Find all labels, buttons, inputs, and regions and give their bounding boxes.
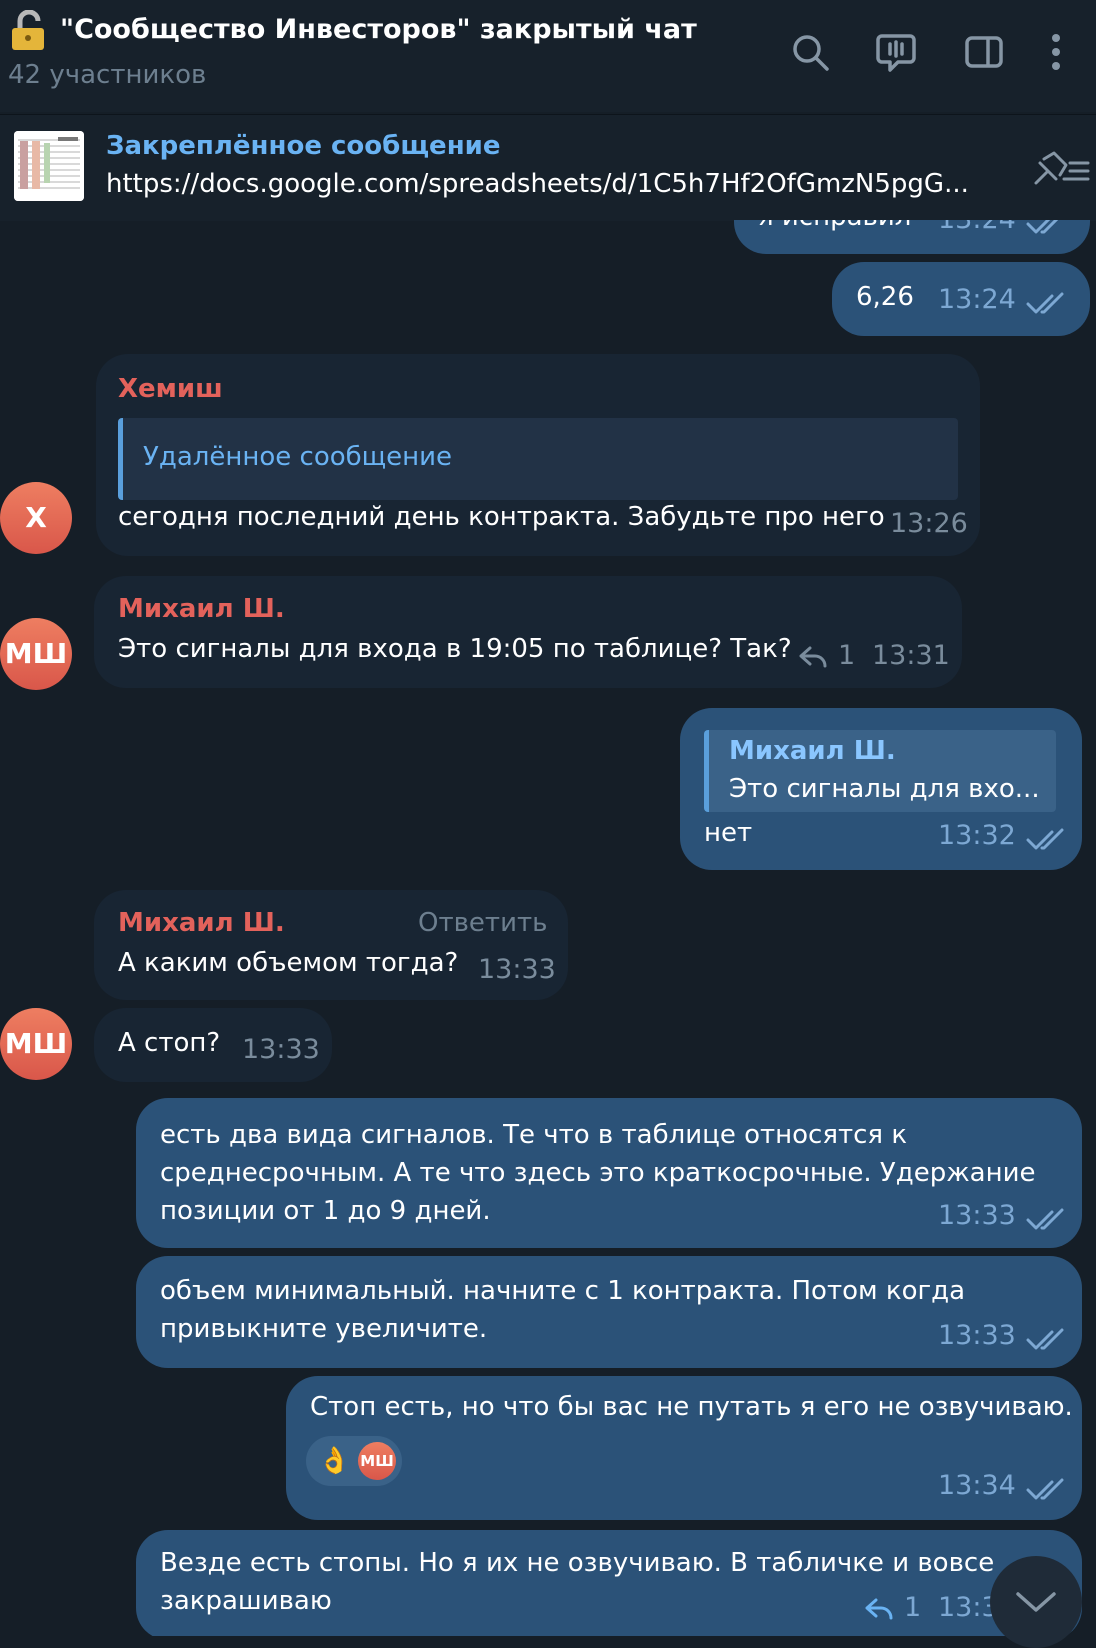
message-text: А каким объемом тогда? [118,948,459,978]
message-bubble[interactable]: Михаил Ш. Это сигналы для вхо... нет 13:… [680,708,1082,870]
lock-icon [12,10,44,50]
reaction-emoji: 👌 [318,1446,351,1476]
pin-list-icon[interactable] [1030,149,1090,189]
avatar[interactable]: МШ [0,1008,72,1080]
member-count[interactable]: 42 участников [8,60,206,90]
pinned-title: Закреплённое сообщение [106,131,501,161]
chat-title[interactable]: "Сообщество Инвесторов" закрытый чат [60,14,697,45]
message-bubble[interactable]: объем минимальный. начните с 1 контракта… [136,1256,1082,1368]
message-bubble[interactable]: 6,26 13:24 [832,262,1090,336]
sender-name[interactable]: Хемиш [118,374,223,404]
message-text: объем минимальный. начните с 1 контракта… [160,1276,966,1306]
voice-chat-icon[interactable] [876,32,916,72]
read-checks-icon [1026,1478,1064,1500]
message-bubble[interactable]: я исправил 13:24 [734,220,1090,254]
message-time: 13:24 [938,220,1016,235]
more-icon[interactable] [1046,32,1066,72]
message-list[interactable]: я исправил 13:24 6,26 13:24 Хемиш Удалён… [0,220,1096,1636]
avatar[interactable]: МШ [0,618,72,690]
message-text: позиции от 1 до 9 дней. [160,1196,491,1226]
quote-sender: Михаил Ш. [729,736,896,766]
quote-text: Это сигналы для вхо... [729,774,1040,804]
reply-count[interactable]: 1 [904,1592,921,1623]
message-text: нет [704,818,753,848]
message-text: сегодня последний день контракта. Забудь… [118,502,885,532]
reply-button[interactable]: Ответить [418,908,547,938]
message-bubble[interactable]: Михаил Ш. Это сигналы для входа в 19:05 … [94,576,962,688]
read-checks-icon [1026,828,1064,850]
message-time: 13:33 [478,954,556,985]
message-time: 13:31 [872,640,950,671]
chevron-down-icon [1016,1592,1056,1612]
avatar[interactable]: Х [0,482,72,554]
message-time: 13:26 [890,508,968,539]
message-bubble[interactable]: Михаил Ш. Ответить А каким объемом тогда… [94,890,568,1000]
message-time: 13:33 [242,1034,320,1065]
reply-quote[interactable]: Михаил Ш. Это сигналы для вхо... [704,730,1056,812]
message-bubble[interactable]: есть два вида сигналов. Те что в таблице… [136,1098,1082,1248]
reaction-chip[interactable]: 👌 МШ [306,1436,402,1486]
message-text: Везде есть стопы. Но я их не озвучиваю. … [160,1548,995,1578]
message-text: 6,26 [856,282,914,312]
message-time: 13:33 [938,1200,1016,1231]
message-text: Стоп есть, но что бы вас не путать я его… [310,1392,1073,1422]
message-text: среднесрочным. А те что здесь это кратко… [160,1158,1036,1188]
reply-count[interactable]: 1 [838,640,855,671]
pinned-message-bar[interactable]: Закреплённое сообщение https://docs.goog… [0,114,1096,221]
reply-arrow-icon[interactable] [798,644,828,668]
pinned-text: https://docs.google.com/spreadsheets/d/1… [106,169,969,199]
read-checks-icon [1026,292,1064,314]
message-bubble[interactable]: Хемиш Удалённое сообщение сегодня послед… [96,354,980,556]
message-text: Это сигналы для входа в 19:05 по таблице… [118,634,792,664]
pinned-thumbnail [14,131,84,201]
sender-name[interactable]: Михаил Ш. [118,908,285,938]
read-checks-icon [1026,1328,1064,1350]
message-time: 13:24 [938,284,1016,315]
sender-name[interactable]: Михаил Ш. [118,594,285,624]
search-icon[interactable] [790,32,830,72]
reaction-avatar: МШ [358,1442,396,1480]
message-time: 13:33 [938,1320,1016,1351]
reply-quote[interactable]: Удалённое сообщение [118,418,958,500]
scroll-down-button[interactable] [990,1556,1082,1648]
sidebar-icon[interactable] [964,32,1004,72]
quote-text: Удалённое сообщение [143,442,453,472]
message-text: есть два вида сигналов. Те что в таблице… [160,1120,908,1150]
chat-header: "Сообщество Инвесторов" закрытый чат 42 … [0,0,1096,112]
read-checks-icon [1026,1208,1064,1230]
message-text: закрашиваю [160,1586,332,1616]
message-text: привыкните увеличите. [160,1314,488,1344]
message-bubble[interactable]: А стоп? 13:33 [94,1008,332,1082]
message-bubble[interactable]: Везде есть стопы. Но я их не озвучиваю. … [136,1530,1082,1636]
message-text: я исправил [758,220,911,236]
reply-arrow-icon[interactable] [864,1596,894,1620]
message-time: 13:32 [938,820,1016,851]
read-checks-icon [1026,220,1059,234]
message-text: А стоп? [118,1028,221,1058]
message-time: 13:34 [938,1470,1016,1501]
message-bubble[interactable]: Стоп есть, но что бы вас не путать я его… [286,1376,1082,1520]
